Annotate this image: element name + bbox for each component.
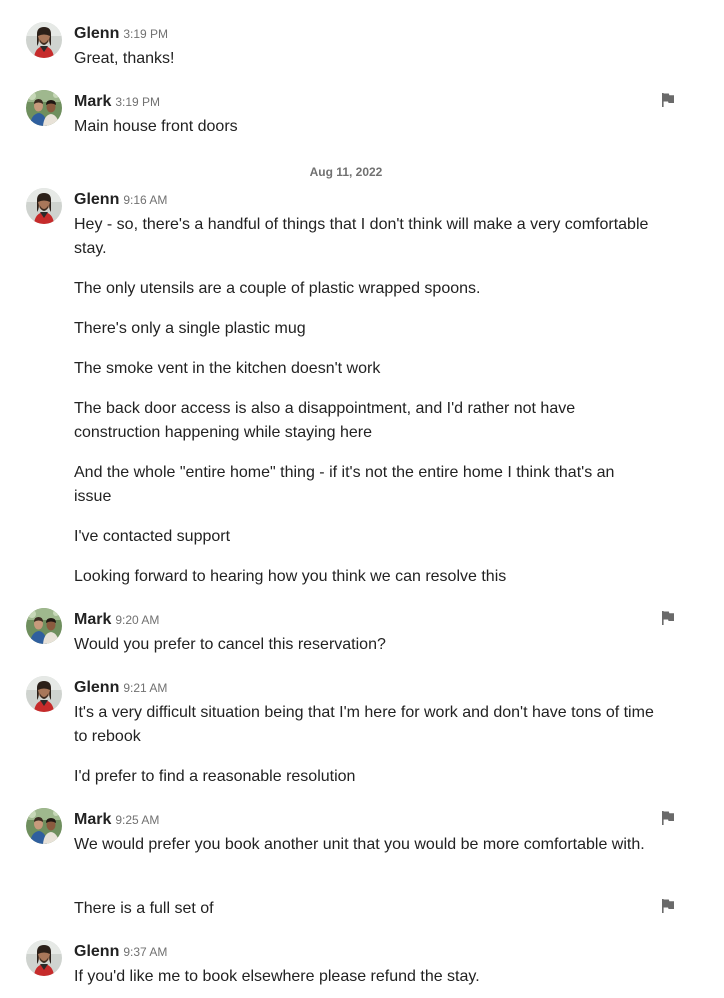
sender-name: Glenn xyxy=(74,679,120,696)
message-text: There is a full set of xyxy=(74,900,214,917)
message-text: The smoke vent in the kitchen doesn't wo… xyxy=(74,360,381,377)
date-divider: Aug 11, 2022 xyxy=(309,165,383,179)
message-text: There's only a single plastic mug xyxy=(74,320,306,337)
message-text: Great, thanks! xyxy=(74,50,175,67)
sender-name: Glenn xyxy=(74,191,120,208)
avatar-mark[interactable] xyxy=(26,90,62,126)
avatar-glenn[interactable] xyxy=(26,676,62,712)
avatar-glenn[interactable] xyxy=(26,22,62,58)
message-header: Mark 9:25 AM xyxy=(74,808,159,832)
message-text: Looking forward to hearing how you think… xyxy=(74,568,507,585)
flag-icon[interactable] xyxy=(660,898,676,914)
message-header: Glenn 9:37 AM xyxy=(74,940,167,964)
message-text: We would prefer you book another unit th… xyxy=(74,836,645,853)
message-header: Glenn 9:21 AM xyxy=(74,676,167,700)
message-text: It's a very difficult situation being th… xyxy=(74,704,654,745)
message-text: And the whole "entire home" thing - if i… xyxy=(74,464,615,505)
avatar-glenn[interactable] xyxy=(26,940,62,976)
message-text: I'd prefer to find a reasonable resoluti… xyxy=(74,768,356,785)
message-group: Mark 9:25 AM We would prefer you book ano… xyxy=(0,808,724,920)
message-text: The only utensils are a couple of plasti… xyxy=(74,280,481,297)
message-text: Main house front doors xyxy=(74,118,238,135)
message-timestamp: 3:19 PM xyxy=(123,27,169,41)
message-group: Glenn 9:21 AM It's a very difficult situa… xyxy=(0,676,724,788)
flag-icon[interactable] xyxy=(660,610,676,626)
message-text: I've contacted support xyxy=(74,528,231,545)
message-group: Glenn 9:16 AM Hey - so, there's a handful… xyxy=(0,188,724,588)
avatar-glenn[interactable] xyxy=(26,188,62,224)
message-header: Mark 9:20 AM xyxy=(74,608,159,632)
flag-icon[interactable] xyxy=(660,810,676,826)
message-timestamp: 3:19 PM xyxy=(115,95,161,109)
message-text: Hey - so, there's a handful of things th… xyxy=(74,216,649,257)
sender-name: Mark xyxy=(74,93,112,110)
message-header: Glenn 3:19 PM xyxy=(74,22,168,46)
message-group: Glenn 3:19 PM Great, thanks! xyxy=(0,22,724,70)
message-text: Would you prefer to cancel this reservat… xyxy=(74,636,386,653)
avatar-mark[interactable] xyxy=(26,808,62,844)
message-text: If you'd like me to book elsewhere pleas… xyxy=(74,968,480,985)
message-header: Mark 3:19 PM xyxy=(74,90,160,114)
sender-name: Mark xyxy=(74,811,112,828)
sender-name: Glenn xyxy=(74,943,120,960)
avatar-mark[interactable] xyxy=(26,608,62,644)
message-thread: Glenn 3:19 PM Great, thanks! Mark 3:19 PM … xyxy=(0,0,724,998)
message-timestamp: 9:16 AM xyxy=(123,193,168,207)
flag-icon[interactable] xyxy=(660,92,676,108)
message-group: Mark 9:20 AM Would you prefer to cancel t… xyxy=(0,608,724,656)
sender-name: Glenn xyxy=(74,25,120,42)
message-timestamp: 9:37 AM xyxy=(123,945,168,959)
message-text: The back door access is also a disappoin… xyxy=(74,400,576,441)
message-group: Glenn 9:37 AM If you'd like me to book el… xyxy=(0,940,724,990)
sender-name: Mark xyxy=(74,611,112,628)
message-header: Glenn 9:16 AM xyxy=(74,188,167,212)
message-timestamp: 9:25 AM xyxy=(115,813,160,827)
message-group: Mark 3:19 PM Main house front doors xyxy=(0,90,724,138)
message-timestamp: 9:21 AM xyxy=(123,681,168,695)
message-timestamp: 9:20 AM xyxy=(115,613,160,627)
